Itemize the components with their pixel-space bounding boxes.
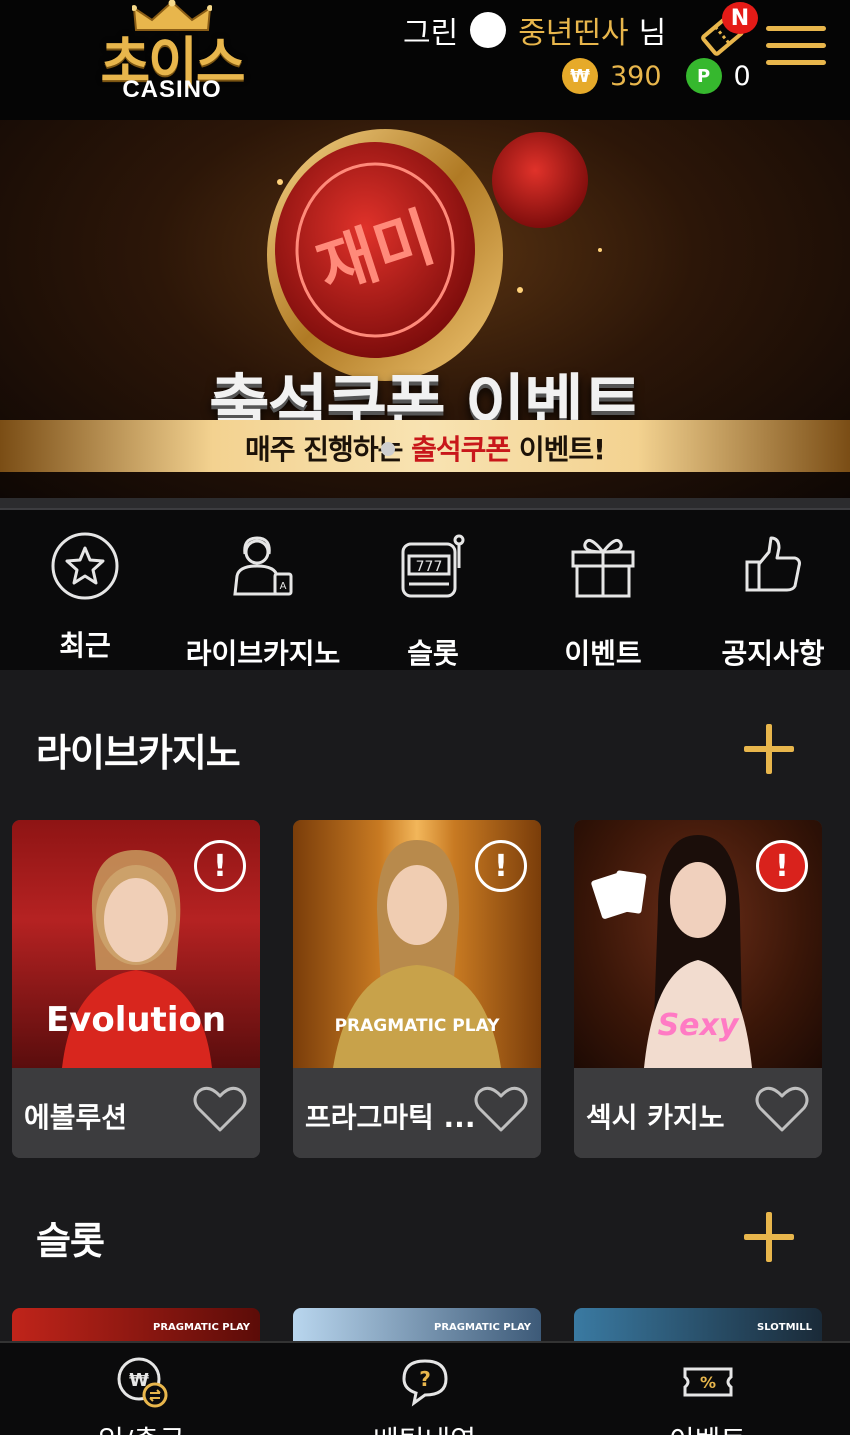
brand-logo: PRAGMATIC PLAY <box>334 1016 500 1036</box>
card-footer: 프라그마틱 ... <box>293 1068 541 1158</box>
card-footer: 섹시 카지노 <box>574 1068 822 1158</box>
deposit-withdraw-icon: ₩ <box>117 1357 167 1408</box>
event-banner[interactable]: 재미 출석쿠폰 이벤트 매주 진행하는 출석쿠폰 이벤트! <box>0 120 850 498</box>
nav-deposit-withdraw[interactable]: ₩ 입/출금 <box>0 1343 283 1435</box>
svg-text:777: 777 <box>416 559 443 575</box>
info-icon[interactable]: ! <box>756 840 808 892</box>
quick-item-slot[interactable]: 777 슬롯 <box>348 510 518 670</box>
heart-icon[interactable] <box>754 1084 810 1134</box>
svg-text:%: % <box>699 1373 715 1392</box>
header: 초이스 CASINO 그린 중년띤사 님 ₩ 390 P 0 N <box>0 0 850 120</box>
notification-button[interactable]: N <box>698 2 760 60</box>
game-name: 섹시 카지노 <box>586 1101 725 1134</box>
svg-text:A: A <box>280 581 287 592</box>
game-card-sexy[interactable]: Sexy ! 섹시 카지노 <box>574 820 822 1158</box>
balances: ₩ 390 P 0 <box>562 56 751 96</box>
game-thumbnail: PRAGMATIC PLAY ! <box>293 820 541 1068</box>
point-balance: 0 <box>733 60 751 92</box>
quick-label: 최근 <box>59 629 111 662</box>
quick-label: 라이브카지노 <box>185 637 341 670</box>
money-balance: 390 <box>610 60 662 92</box>
info-icon[interactable]: ! <box>475 840 527 892</box>
user-nickname[interactable]: 중년띤사 <box>518 8 628 52</box>
game-thumbnail: Evolution ! <box>12 820 260 1068</box>
slots-title: 슬롯 <box>36 1219 105 1263</box>
quick-label: 공지사항 <box>721 637 825 670</box>
slot-machine-icon: 777 <box>401 534 465 598</box>
quick-label: 이벤트 <box>564 637 642 670</box>
user-info: 그린 중년띤사 님 <box>403 8 666 52</box>
quick-item-notice[interactable]: 공지사항 <box>688 510 850 670</box>
info-icon[interactable]: ! <box>194 840 246 892</box>
nav-label: 입/출금 <box>0 1419 283 1435</box>
quick-item-recent[interactable]: 최근 <box>0 510 170 670</box>
game-name: 에볼루션 <box>24 1101 128 1134</box>
menu-icon[interactable] <box>766 26 828 68</box>
heart-icon[interactable] <box>192 1084 248 1134</box>
star-icon <box>51 532 119 600</box>
live-casino-more-icon[interactable] <box>744 724 794 774</box>
banner-subtitle: 매주 진행하는 출석쿠폰 이벤트! <box>245 433 606 466</box>
card-footer: 에볼루션 <box>12 1068 260 1158</box>
nav-event[interactable]: % 이벤트 <box>566 1343 849 1435</box>
coupon-icon: % <box>683 1367 732 1397</box>
nickname-suffix: 님 <box>638 16 667 51</box>
thumbs-up-icon <box>745 536 801 592</box>
quick-menu: 최근 A 라이브카지노 777 슬롯 이벤트 공지사항 <box>0 510 850 670</box>
svg-text:?: ? <box>419 1367 431 1391</box>
point-icon: P <box>685 58 722 94</box>
logo-subtitle: CASINO <box>122 76 222 103</box>
carousel-indicator[interactable] <box>381 442 395 456</box>
dealer-icon: A <box>233 536 293 596</box>
game-thumbnail: Sexy ! <box>574 820 822 1068</box>
brand-logo: Sexy <box>657 1008 739 1043</box>
live-casino-title: 라이브카지노 <box>36 731 241 775</box>
brand-logo: Evolution <box>45 1000 227 1040</box>
slots-more-icon[interactable] <box>744 1212 794 1262</box>
quick-item-event[interactable]: 이벤트 <box>518 510 688 670</box>
quick-label: 슬롯 <box>407 637 459 670</box>
nav-bet-history[interactable]: ? 베팅내역 <box>283 1343 566 1435</box>
slot-provider: SLOTMILL <box>757 1322 812 1333</box>
quick-item-live-casino[interactable]: A 라이브카지노 <box>178 510 348 670</box>
bottom-nav: ₩ 입/출금 ? 베팅내역 % 이벤트 <box>0 1341 850 1435</box>
notification-badge: N <box>722 2 758 34</box>
grade-dot-icon <box>470 12 507 48</box>
slot-provider: PRAGMATIC PLAY <box>434 1322 531 1333</box>
casino-logo[interactable]: 초이스 CASINO <box>82 0 262 110</box>
nav-label: 이벤트 <box>566 1419 849 1435</box>
nav-label: 베팅내역 <box>283 1419 566 1435</box>
heart-icon[interactable] <box>473 1084 529 1134</box>
won-coin-icon: ₩ <box>562 58 598 94</box>
slot-provider: PRAGMATIC PLAY <box>153 1322 250 1333</box>
chat-question-icon: ? <box>401 1359 448 1407</box>
game-card-pragmatic[interactable]: PRAGMATIC PLAY ! 프라그마틱 ... <box>293 820 541 1158</box>
gift-icon <box>571 538 635 598</box>
divider <box>0 498 850 510</box>
game-name: 프라그마틱 ... <box>305 1101 475 1134</box>
user-grade: 그린 <box>403 16 459 51</box>
game-card-evolution[interactable]: Evolution ! 에볼루션 <box>12 820 260 1158</box>
